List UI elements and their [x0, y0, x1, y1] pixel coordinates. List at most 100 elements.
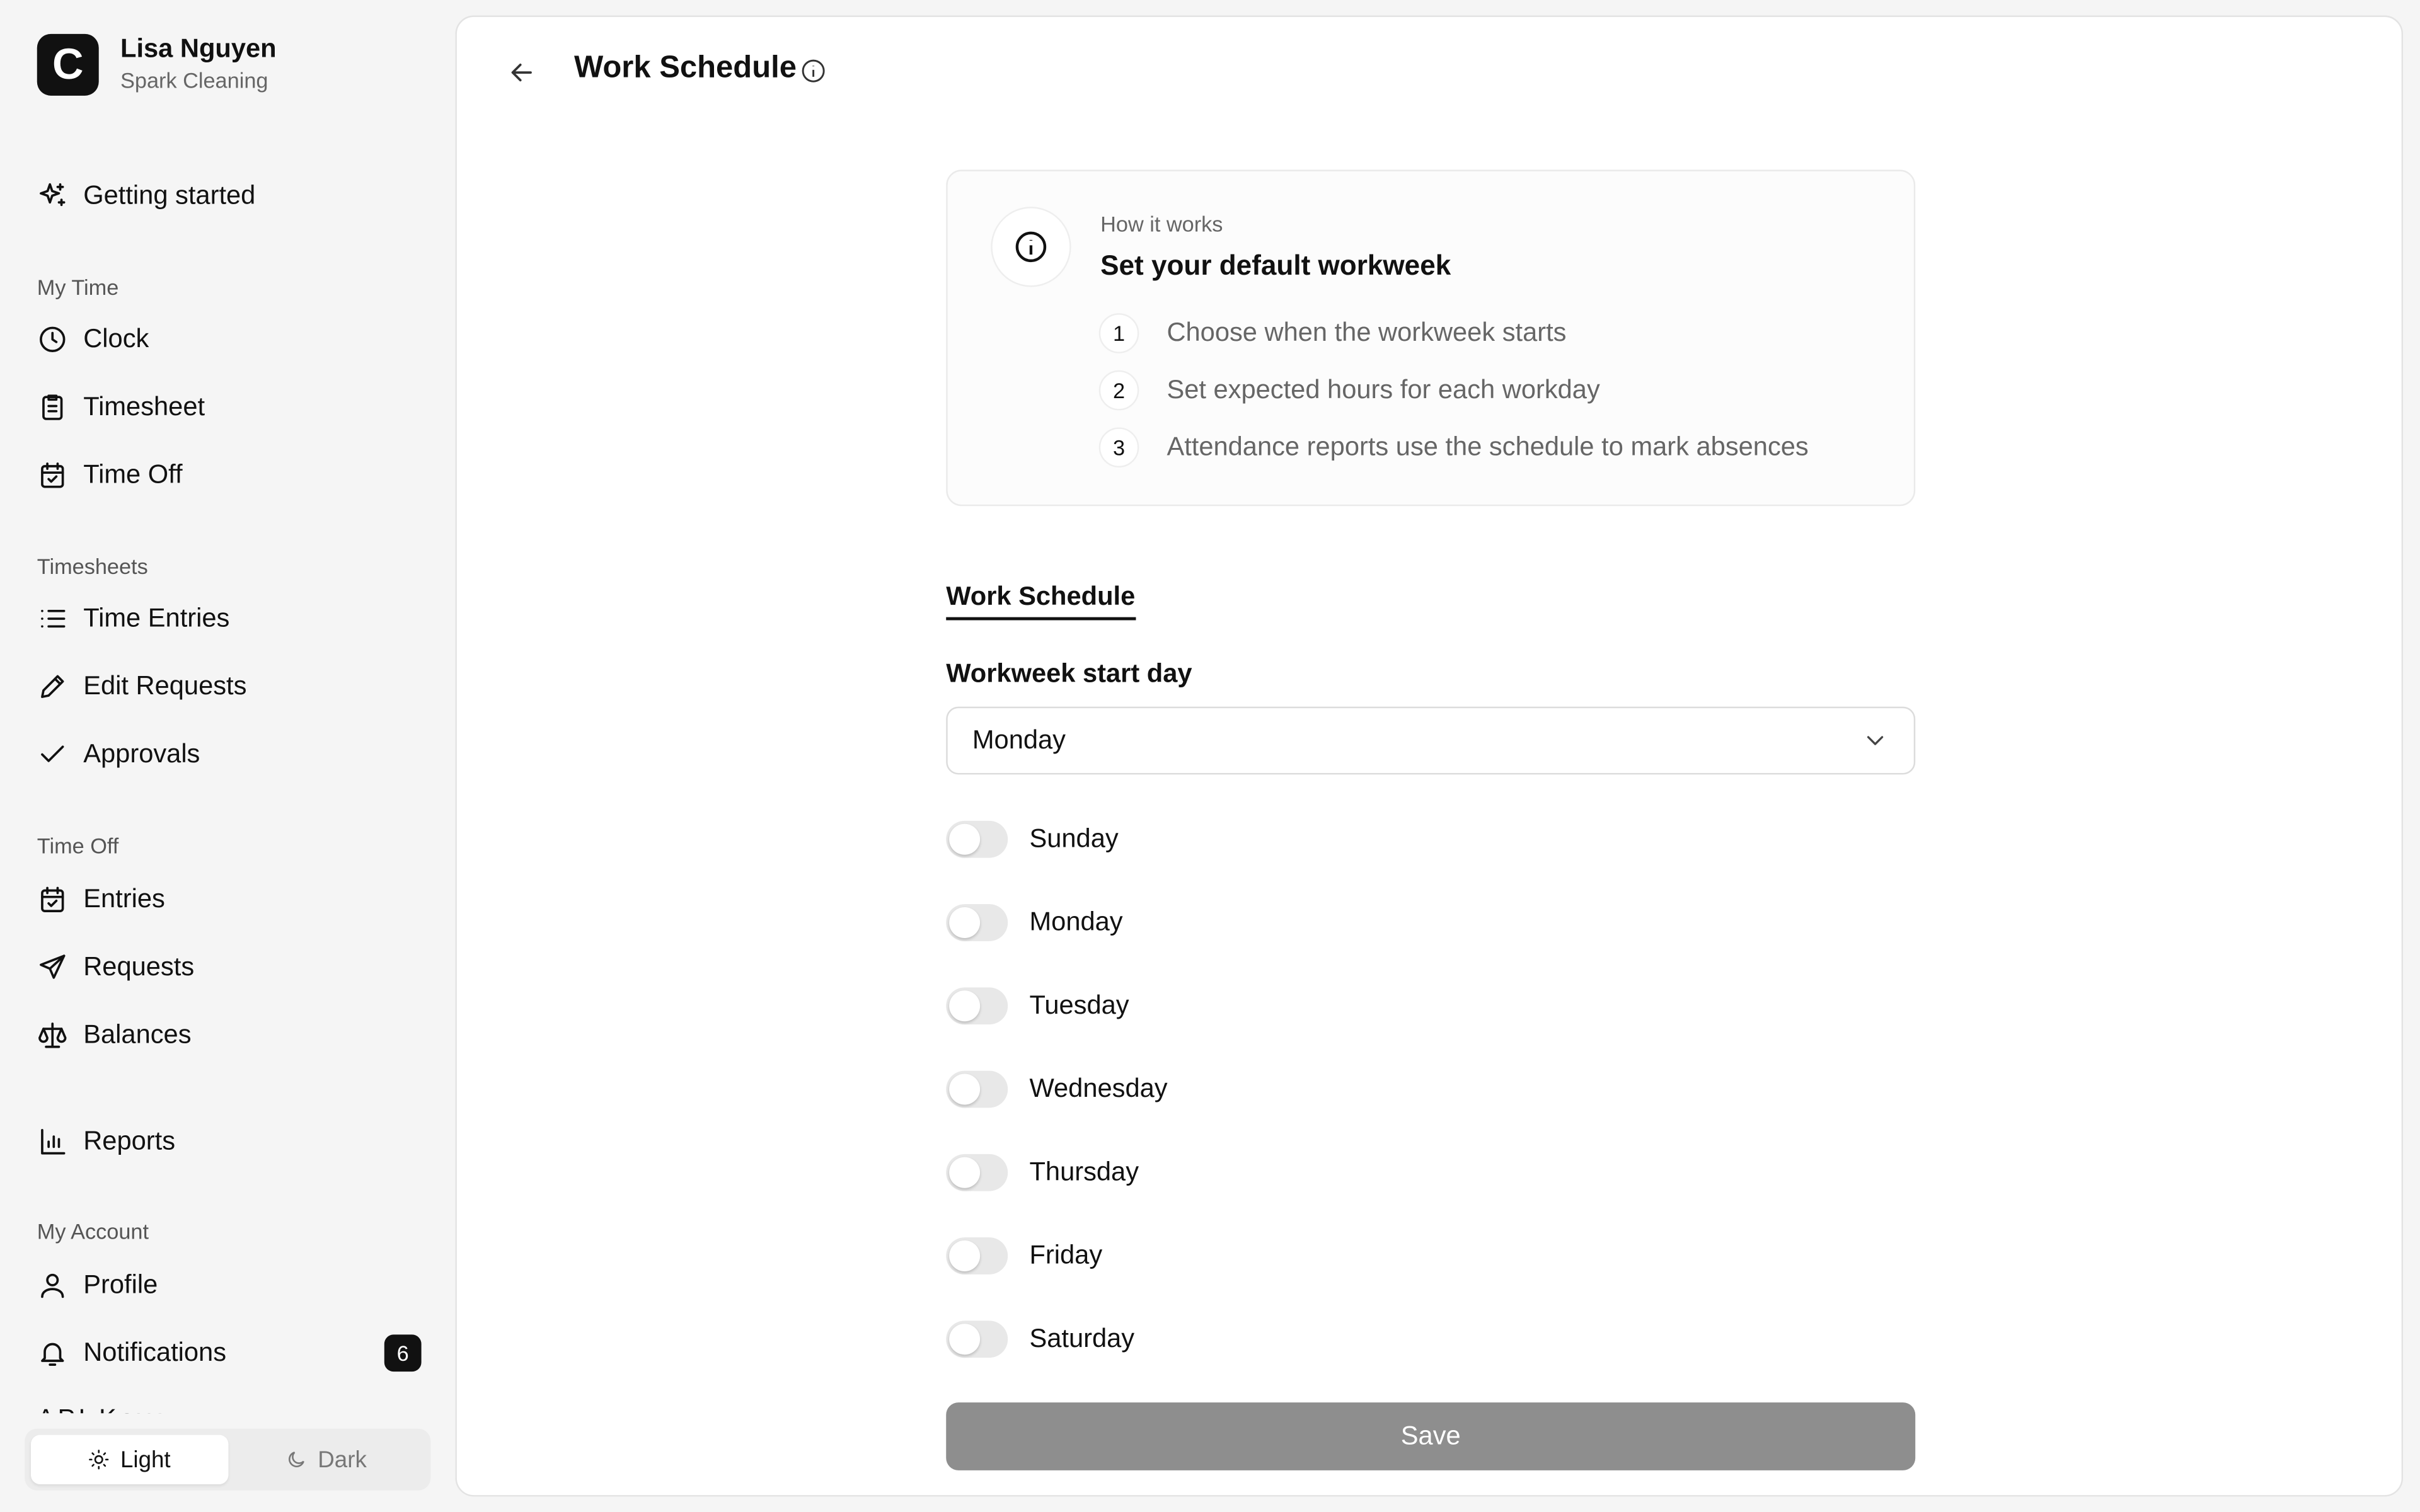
sidebar-item-approvals[interactable]: Approvals — [37, 736, 200, 773]
sidebar-item-notifications[interactable]: Notifications — [37, 1334, 226, 1372]
step-item: 1 Choose when the workweek starts — [1098, 313, 1567, 353]
account-switcher[interactable]: C Lisa Nguyen Spark Cleaning — [37, 33, 277, 96]
sidebar-item-reports[interactable]: Reports — [37, 1123, 175, 1160]
back-button[interactable] — [503, 54, 540, 91]
sidebar-item-label: Edit Requests — [83, 671, 247, 701]
sidebar-item-label: Clock — [83, 324, 149, 353]
toggle-knob — [949, 907, 981, 938]
section-label-my-account: My Account — [37, 1218, 149, 1244]
day-row-saturday: Saturday — [946, 1320, 1134, 1358]
clock-icon — [40, 326, 66, 352]
day-toggle-monday[interactable] — [946, 904, 1008, 941]
sidebar-item-label: Timesheet — [83, 392, 205, 421]
sidebar-item-requests[interactable]: Requests — [37, 949, 194, 986]
sparkles-icon — [40, 183, 66, 207]
main-panel: Work Schedule How it works Set your defa… — [455, 15, 2404, 1497]
sidebar-item-label: API Keys — [37, 1404, 222, 1414]
day-label: Thursday — [1029, 1157, 1139, 1187]
scale-icon — [38, 1022, 67, 1048]
notifications-count-badge: 6 — [384, 1334, 422, 1372]
day-label: Monday — [1029, 907, 1123, 937]
workweek-start-day-select[interactable]: Monday — [946, 706, 1916, 775]
day-label: Tuesday — [1029, 990, 1129, 1020]
toggle-knob — [949, 990, 981, 1022]
step-number: 3 — [1098, 427, 1139, 468]
card-title: Set your default workweek — [1100, 249, 1451, 281]
sidebar-item-time-off[interactable]: Time Off — [37, 457, 183, 494]
toggle-knob — [949, 1240, 981, 1271]
info-tooltip-button[interactable] — [800, 57, 827, 85]
sidebar-item-label: Requests — [83, 952, 195, 982]
info-badge — [991, 207, 1071, 287]
sidebar-item-profile[interactable]: Profile — [37, 1267, 158, 1304]
sidebar-item-edit-requests[interactable]: Edit Requests — [37, 668, 247, 705]
bar-chart-icon — [41, 1129, 66, 1155]
sidebar-item-clipped[interactable]: API Keys — [37, 1398, 222, 1414]
workweek-start-day-label: Workweek start day — [946, 658, 1192, 689]
arrow-left-icon — [511, 64, 532, 82]
toggle-knob — [949, 1157, 981, 1188]
day-row-wednesday: Wednesday — [946, 1070, 1168, 1108]
card-eyebrow: How it works — [1100, 211, 1223, 236]
check-icon — [41, 745, 64, 762]
day-toggle-tuesday[interactable] — [946, 987, 1008, 1025]
toggle-knob — [949, 1324, 981, 1355]
theme-light-label: Light — [120, 1446, 171, 1473]
toggle-knob — [949, 1074, 981, 1105]
section-label-my-time: My Time — [37, 274, 119, 300]
day-label: Wednesday — [1029, 1074, 1168, 1104]
step-text: Set expected hours for each workday — [1167, 375, 1600, 404]
day-label: Sunday — [1029, 823, 1119, 854]
tab-work-schedule[interactable]: Work Schedule — [946, 581, 1136, 621]
step-number: 1 — [1098, 313, 1139, 353]
day-row-friday: Friday — [946, 1237, 1102, 1274]
send-icon — [40, 954, 66, 979]
theme-dark-label: Dark — [318, 1446, 367, 1473]
day-row-thursday: Thursday — [946, 1154, 1139, 1191]
sidebar-item-label: Time Off — [83, 459, 183, 490]
step-item: 2 Set expected hours for each workday — [1098, 370, 1600, 411]
save-button[interactable]: Save — [946, 1402, 1916, 1470]
day-toggle-sunday[interactable] — [946, 820, 1008, 858]
user-name: Lisa Nguyen — [120, 33, 277, 64]
info-icon — [802, 59, 825, 83]
page-title: Work Schedule — [574, 50, 797, 85]
day-toggle-friday[interactable] — [946, 1237, 1008, 1274]
sidebar-item-label: Reports — [83, 1126, 176, 1156]
chevron-down-icon — [1861, 726, 1889, 754]
profile-text: Lisa Nguyen Spark Cleaning — [120, 34, 277, 96]
theme-light-button[interactable]: Light — [30, 1435, 228, 1484]
sidebar-item-time-entries[interactable]: Time Entries — [37, 600, 230, 638]
section-label-time-off: Time Off — [37, 833, 119, 858]
organization-name: Spark Cleaning — [120, 67, 268, 93]
theme-dark-button[interactable]: Dark — [228, 1435, 424, 1484]
day-label: Saturday — [1029, 1324, 1135, 1353]
day-toggle-thursday[interactable] — [946, 1154, 1008, 1191]
day-toggle-saturday[interactable] — [946, 1320, 1008, 1358]
list-icon — [41, 609, 66, 628]
sidebar-item-entries[interactable]: Entries — [37, 881, 165, 918]
sidebar-item-label: Entries — [83, 884, 165, 914]
info-icon — [1015, 231, 1047, 263]
section-label-timesheets: Timesheets — [37, 554, 148, 579]
theme-toggle: Light Dark — [25, 1428, 431, 1491]
sidebar: C Lisa Nguyen Spark Cleaning Getting sta… — [0, 0, 454, 1512]
company-logo: C — [37, 33, 99, 96]
day-row-tuesday: Tuesday — [946, 987, 1129, 1025]
day-toggle-wednesday[interactable] — [946, 1070, 1008, 1108]
toggle-knob — [949, 823, 981, 855]
sidebar-item-clock[interactable]: Clock — [37, 321, 149, 358]
step-text: Attendance reports use the schedule to m… — [1167, 432, 1809, 462]
pencil-icon — [41, 675, 64, 698]
sidebar-item-label: Balances — [83, 1019, 192, 1050]
sidebar-item-label: Approvals — [83, 739, 200, 769]
sidebar-item-balances[interactable]: Balances — [37, 1017, 192, 1054]
sidebar-item-label: Time Entries — [83, 603, 230, 633]
sidebar-item-label: Profile — [83, 1269, 158, 1300]
sun-icon — [89, 1450, 109, 1470]
sidebar-item-getting-started[interactable]: Getting started — [37, 178, 256, 215]
step-text: Choose when the workweek starts — [1167, 318, 1567, 348]
select-value: Monday — [972, 725, 1066, 755]
sidebar-item-timesheet[interactable]: Timesheet — [37, 389, 205, 426]
sidebar-item-label: Notifications — [83, 1337, 227, 1367]
